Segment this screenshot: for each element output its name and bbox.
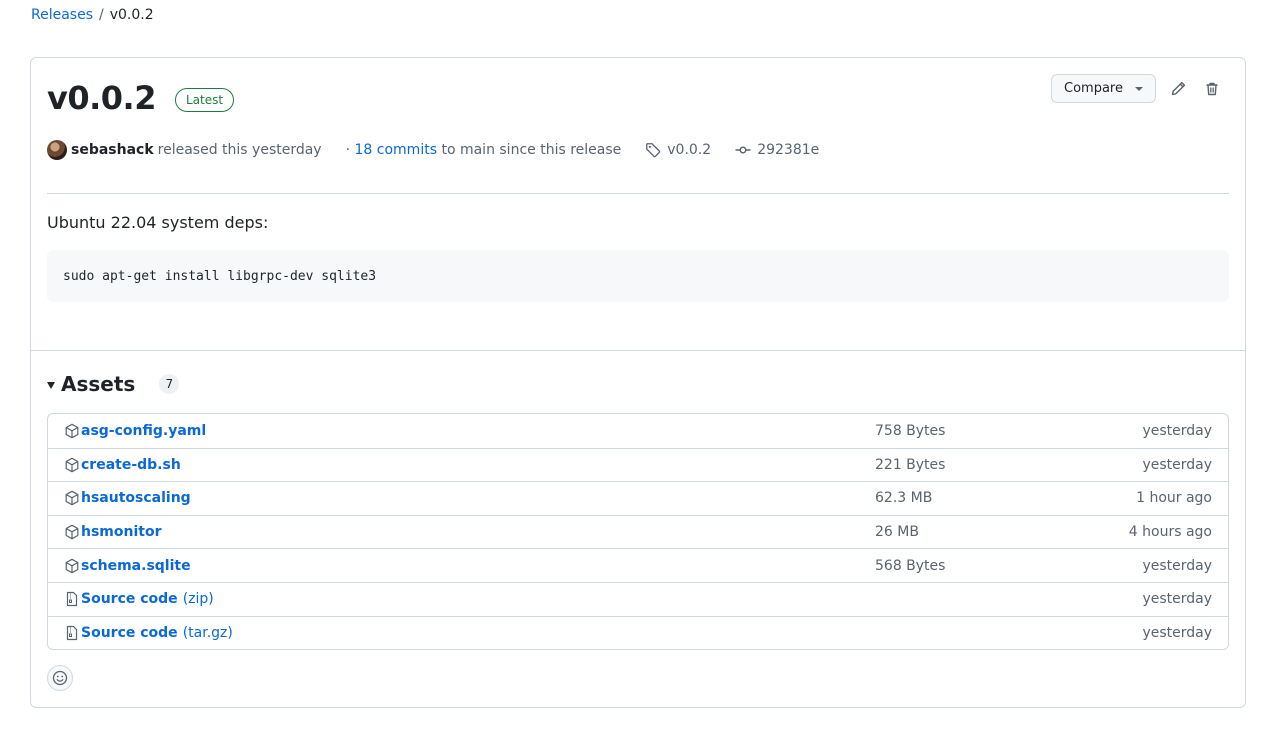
asset-suffix: (zip) xyxy=(182,591,214,608)
package-icon xyxy=(64,558,80,574)
tag-link[interactable]: v0.0.2 xyxy=(645,140,711,160)
assets-toggle[interactable]: Assets 7 xyxy=(47,370,180,398)
asset-row: hsmonitor 26 MB 4 hours ago xyxy=(48,514,1228,549)
commits-suffix: to main since this release xyxy=(441,142,622,158)
release-header-section: v0.0.2 Latest Compare sebashack released… xyxy=(31,58,1245,351)
git-commit-icon xyxy=(735,146,751,154)
asset-link[interactable]: Source code (tar.gz) xyxy=(64,625,233,641)
compare-button-label: Compare xyxy=(1064,81,1123,96)
breadcrumb: Releases / v0.0.2 xyxy=(31,6,154,24)
asset-size: 62.3 MB xyxy=(875,490,933,507)
add-reaction-button[interactable] xyxy=(47,665,73,691)
caret-down-icon xyxy=(1135,86,1143,91)
commits-info: · 18 commits to main since this release xyxy=(346,140,622,160)
commit-sha: 292381e xyxy=(757,142,820,158)
package-icon xyxy=(64,457,80,473)
asset-link[interactable]: create-db.sh xyxy=(64,457,186,473)
asset-row: Source code (tar.gz) yesterday xyxy=(48,615,1228,650)
tag-icon xyxy=(646,143,661,158)
asset-link[interactable]: hsautoscaling xyxy=(64,490,196,506)
asset-size: 221 Bytes xyxy=(875,456,946,473)
asset-date: yesterday xyxy=(1142,456,1212,473)
breadcrumb-current: v0.0.2 xyxy=(109,7,154,23)
asset-link[interactable]: asg-config.yaml xyxy=(64,423,211,439)
file-zip-icon xyxy=(64,625,80,641)
asset-name: schema.sqlite xyxy=(81,557,191,574)
asset-link[interactable]: hsmonitor xyxy=(64,524,167,540)
asset-size: 568 Bytes xyxy=(875,557,946,574)
asset-link[interactable]: schema.sqlite xyxy=(64,558,196,574)
smiley-icon xyxy=(52,670,68,686)
asset-suffix: (tar.gz) xyxy=(182,624,233,641)
asset-name: Source code xyxy=(81,624,178,641)
breadcrumb-separator: / xyxy=(99,7,104,23)
asset-date: 4 hours ago xyxy=(1128,524,1212,541)
package-icon xyxy=(64,423,80,439)
asset-date: yesterday xyxy=(1142,624,1212,641)
asset-link[interactable]: Source code (zip) xyxy=(64,591,214,607)
asset-size: 26 MB xyxy=(875,524,919,541)
commit-link[interactable]: 292381e xyxy=(735,140,819,160)
asset-name: asg-config.yaml xyxy=(81,422,207,439)
triangle-down-icon xyxy=(47,381,55,389)
asset-row: Source code (zip) yesterday xyxy=(48,581,1228,616)
commits-dot: · xyxy=(345,142,351,158)
asset-name: hsautoscaling xyxy=(81,490,191,507)
release-title: v0.0.2 xyxy=(47,79,156,117)
asset-date: 1 hour ago xyxy=(1136,490,1212,507)
delete-release-button[interactable] xyxy=(1200,77,1224,101)
asset-name: hsmonitor xyxy=(81,524,162,541)
compare-button[interactable]: Compare xyxy=(1051,74,1156,103)
latest-badge: Latest xyxy=(174,88,235,112)
release-meta: sebashack released this yesterday · 18 c… xyxy=(47,140,819,160)
release-actions: Compare xyxy=(1051,74,1224,103)
asset-row: schema.sqlite 568 Bytes yesterday xyxy=(48,548,1228,582)
pencil-icon xyxy=(1171,81,1186,95)
release-card: v0.0.2 Latest Compare sebashack released… xyxy=(30,57,1246,708)
commits-link[interactable]: 18 commits xyxy=(355,142,437,158)
asset-size: 758 Bytes xyxy=(875,422,946,439)
avatar[interactable] xyxy=(47,140,67,160)
asset-date: yesterday xyxy=(1142,557,1212,574)
tag-label: v0.0.2 xyxy=(667,142,712,158)
assets-count-badge: 7 xyxy=(159,374,180,394)
release-notes-heading: Ubuntu 22.04 system deps: xyxy=(47,213,269,232)
release-title-row: v0.0.2 Latest xyxy=(47,76,235,120)
asset-date: yesterday xyxy=(1142,591,1212,608)
asset-name: create-db.sh xyxy=(81,456,181,473)
released-text: released this yesterday xyxy=(157,142,322,158)
code-block: sudo apt-get install libgrpc-dev sqlite3 xyxy=(47,250,1229,302)
package-icon xyxy=(64,524,80,540)
asset-row: hsautoscaling 62.3 MB 1 hour ago xyxy=(48,481,1228,515)
asset-row: create-db.sh 221 Bytes yesterday xyxy=(48,447,1228,482)
code-text: sudo apt-get install libgrpc-dev sqlite3 xyxy=(63,268,377,284)
divider xyxy=(47,193,1229,194)
file-zip-icon xyxy=(64,591,80,607)
package-icon xyxy=(64,490,80,506)
assets-list: asg-config.yaml 758 Bytes yesterday create-… xyxy=(47,413,1229,651)
breadcrumb-releases-link[interactable]: Releases xyxy=(31,6,93,24)
assets-title: Assets xyxy=(61,372,136,396)
asset-name: Source code xyxy=(81,591,178,608)
author-link[interactable]: sebashack xyxy=(71,140,154,160)
asset-row: asg-config.yaml 758 Bytes yesterday xyxy=(48,414,1228,448)
asset-date: yesterday xyxy=(1142,422,1212,439)
trash-icon xyxy=(1206,82,1218,95)
edit-release-button[interactable] xyxy=(1166,77,1190,101)
